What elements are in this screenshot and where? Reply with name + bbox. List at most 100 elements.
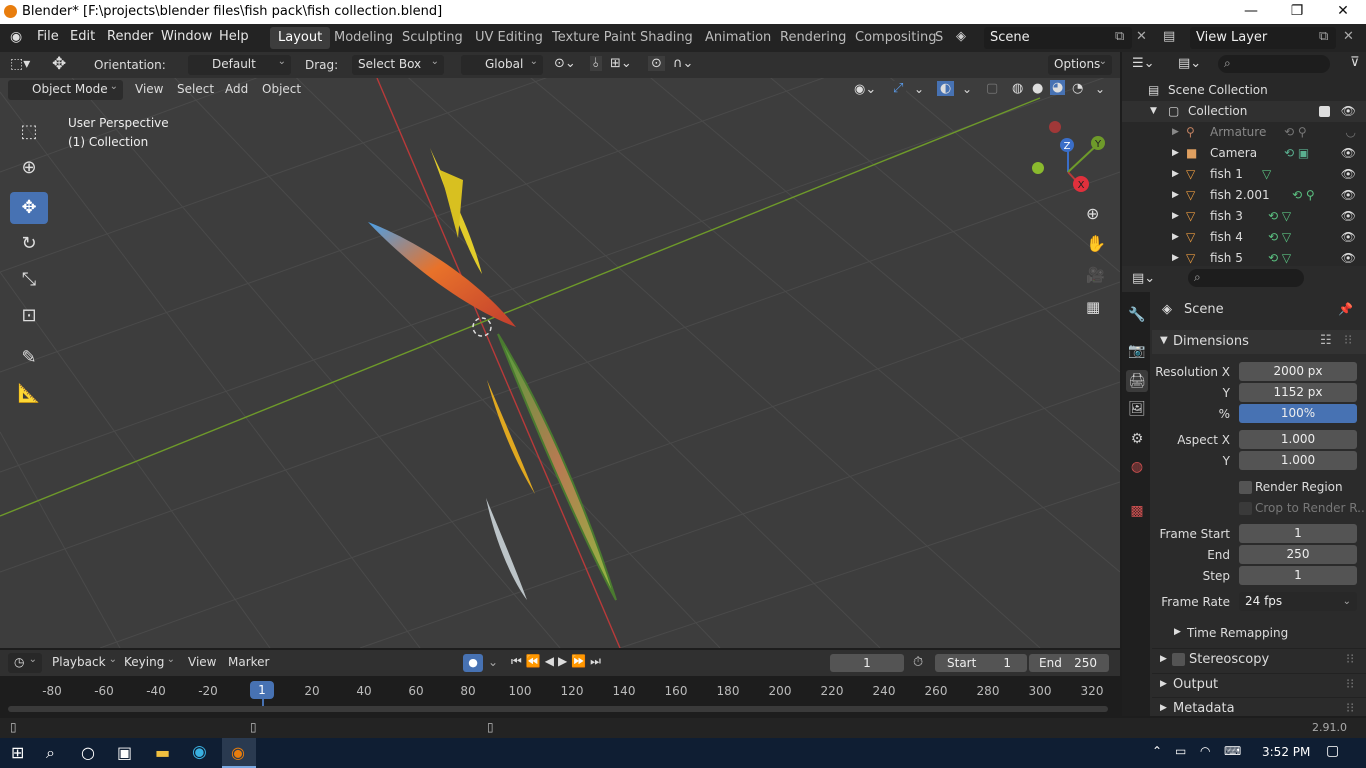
material-shading-icon[interactable]: ◕ (1050, 80, 1066, 95)
time-remapping-subpanel[interactable]: ▶ Time Remapping (1162, 622, 1362, 644)
3d-viewport[interactable]: X Z Y (0, 52, 1120, 648)
menu-object[interactable]: Object (256, 80, 307, 100)
shading-dropdown-icon[interactable]: ⌄ (1095, 82, 1105, 96)
outliner-scene-collection[interactable]: ▤ Scene Collection (1122, 80, 1366, 101)
outliner-item-fish-4[interactable]: ▶ ▽ fish 4 ⟲ ▽ 👁 (1122, 227, 1366, 248)
orientation-dropdown[interactable]: Default ⌄ (188, 55, 291, 75)
tab-texture-paint[interactable]: Texture Paint (544, 27, 644, 49)
pin-icon[interactable]: 📌 (1338, 302, 1353, 316)
move-tool-button-icon[interactable]: ✥ (10, 192, 48, 224)
menu-edit[interactable]: Edit (70, 29, 95, 44)
file-explorer-icon[interactable]: ▬ (155, 743, 170, 762)
select-box-tool-icon[interactable]: ⬚ (10, 116, 48, 148)
transform-orientation-dropdown[interactable]: Global ⌄ (461, 55, 543, 75)
crop-region-checkbox[interactable] (1239, 502, 1252, 515)
clock-time[interactable]: 3:52 PM (1262, 745, 1310, 759)
keying-dropdown-icon[interactable]: ⌄ (488, 655, 498, 669)
properties-search-input[interactable]: ⌕ (1188, 269, 1304, 287)
collapse-icon[interactable]: ▼ (1150, 106, 1157, 116)
outliner-search-input[interactable]: ⌕ (1218, 55, 1330, 73)
frame-start-field[interactable]: 1 (1239, 524, 1357, 543)
new-scene-icon[interactable]: ⧉ (1115, 29, 1124, 44)
tray-chevron-icon[interactable]: ⌃ (1152, 744, 1162, 758)
aspect-x-field[interactable]: 1.000 (1239, 430, 1357, 449)
transform-tool-icon[interactable]: ⊡ (10, 300, 48, 332)
options-dropdown[interactable]: Options ⌄ (1048, 55, 1112, 75)
perspective-toggle-icon[interactable]: ▦ (1086, 298, 1100, 316)
wifi-icon[interactable]: ◠ (1200, 744, 1210, 758)
tab-sculpting[interactable]: Sculpting (394, 27, 471, 49)
outliner-item-fish-1[interactable]: ▶ ▽ fish 1 ▽ 👁 (1122, 164, 1366, 185)
wireframe-shading-icon[interactable]: ◍ (1012, 81, 1023, 96)
drag-dropdown[interactable]: Select Box ⌄ (352, 55, 444, 75)
current-frame-field[interactable]: 1 (830, 654, 904, 672)
cursor-tool-icon[interactable]: ⊕ (10, 152, 48, 184)
scale-tool-icon[interactable]: ⤡ (10, 264, 48, 296)
pan-hand-icon[interactable]: ✋ (1086, 234, 1106, 253)
stereoscopy-checkbox[interactable] (1172, 653, 1185, 666)
move-tool-icon[interactable]: ✥ (52, 54, 66, 74)
preview-range-icon[interactable]: ⏱ (913, 655, 923, 670)
zoom-icon[interactable]: ⊕ (1086, 204, 1099, 223)
menu-file[interactable]: File (37, 29, 59, 44)
outliner-editor-type-icon[interactable]: ☰⌄ (1132, 56, 1155, 71)
end-frame-field[interactable]: End 250 (1029, 654, 1109, 672)
cortana-icon[interactable]: ○ (81, 743, 95, 762)
aspect-y-field[interactable]: 1.000 (1239, 451, 1357, 470)
outliner-item-fish-5[interactable]: ▶ ▽ fish 5 ⟲ ▽ 👁 (1122, 248, 1366, 266)
overlays-dropdown-icon[interactable]: ⌄ (962, 82, 972, 96)
eye-hidden-icon[interactable]: ◡ (1346, 125, 1356, 139)
view-layer-tab-icon[interactable]: 🖼 (1126, 398, 1148, 420)
windows-start-icon[interactable]: ⊞ (11, 743, 24, 762)
filter-icon[interactable]: ⊽ (1350, 55, 1360, 70)
playback-controls[interactable]: ⏮⏪◀▶⏩⏭ (511, 654, 605, 669)
maximize-button[interactable]: ❐ (1274, 0, 1320, 24)
world-tab-icon[interactable]: ◍ (1126, 456, 1148, 478)
properties-editor-type-icon[interactable]: ▤⌄ (1132, 271, 1155, 286)
render-tab-icon[interactable]: 📷 (1126, 340, 1148, 362)
eye-icon[interactable]: 👁 (1341, 230, 1356, 244)
blender-menu-icon[interactable]: ◉ (10, 29, 22, 45)
tab-layout[interactable]: Layout (270, 27, 331, 49)
eye-icon[interactable]: 👁 (1341, 146, 1356, 160)
rendered-shading-icon[interactable]: ◔ (1072, 81, 1083, 96)
stereoscopy-section[interactable]: ▶ Stereoscopy ⁝⁝ (1152, 648, 1366, 670)
render-region-checkbox[interactable] (1239, 481, 1252, 494)
mode-dropdown[interactable]: Object Mode ⌄ (8, 80, 123, 100)
snap-target-icon[interactable]: ⊞⌄ (610, 56, 632, 71)
dimensions-section-header[interactable]: ▼ Dimensions ☷ ⁝⁝ (1152, 330, 1366, 354)
expand-icon[interactable]: ▶ (1172, 211, 1179, 221)
snap-icon[interactable]: ⫰ (590, 56, 602, 71)
scene-icon[interactable]: ◈ (956, 29, 966, 44)
tab-shading[interactable]: Shading (632, 27, 701, 49)
eye-icon[interactable]: 👁 (1341, 188, 1356, 202)
pivot-point-icon[interactable]: ⊙⌄ (554, 56, 576, 71)
menu-window[interactable]: Window (161, 29, 212, 44)
output-tab-icon[interactable]: 🖨 (1126, 370, 1148, 392)
display-mode-icon[interactable]: ▤⌄ (1178, 56, 1201, 71)
tab-scripting-truncated[interactable]: S (932, 27, 946, 49)
task-view-icon[interactable]: ▣ (117, 743, 132, 762)
menu-select[interactable]: Select (171, 80, 220, 100)
resolution-x-field[interactable]: 2000 px (1239, 362, 1357, 381)
drag-handle-icon[interactable]: ⁝⁝ (1346, 652, 1354, 667)
expand-icon[interactable]: ▶ (1172, 169, 1179, 179)
timeline-body[interactable]: -80 -60 -40 -20 1 20 40 60 80 100 120 14… (0, 676, 1120, 718)
eye-icon[interactable]: 👁 (1341, 167, 1356, 181)
expand-icon[interactable]: ▶ (1172, 253, 1179, 263)
texture-tab-icon[interactable]: ▩ (1126, 500, 1148, 522)
frame-end-field[interactable]: 250 (1239, 545, 1357, 564)
scene-selector[interactable]: Scene (984, 27, 1132, 49)
visibility-icon[interactable]: ◉⌄ (854, 82, 876, 97)
frame-rate-dropdown[interactable]: 24 fps ⌄ (1239, 592, 1357, 611)
tool-tab-icon[interactable]: 🔧 (1126, 304, 1148, 326)
battery-icon[interactable]: ▭ (1175, 744, 1186, 758)
outliner-item-camera[interactable]: ▶ ■ Camera ⟲ ▣ 👁 (1122, 143, 1366, 164)
outliner-collection[interactable]: ▼ ▢ Collection 👁 (1122, 101, 1366, 122)
drag-handle-icon[interactable]: ⁝⁝ (1344, 333, 1352, 348)
outliner-item-fish-2[interactable]: ▶ ▽ fish 2.001 ⟲ ⚲ 👁 (1122, 185, 1366, 206)
minimize-button[interactable]: — (1228, 0, 1274, 24)
scene-tab-icon[interactable]: ⚙ (1126, 428, 1148, 450)
gizmo-dropdown-icon[interactable]: ⌄ (914, 82, 924, 96)
presets-icon[interactable]: ☷ (1320, 333, 1332, 348)
